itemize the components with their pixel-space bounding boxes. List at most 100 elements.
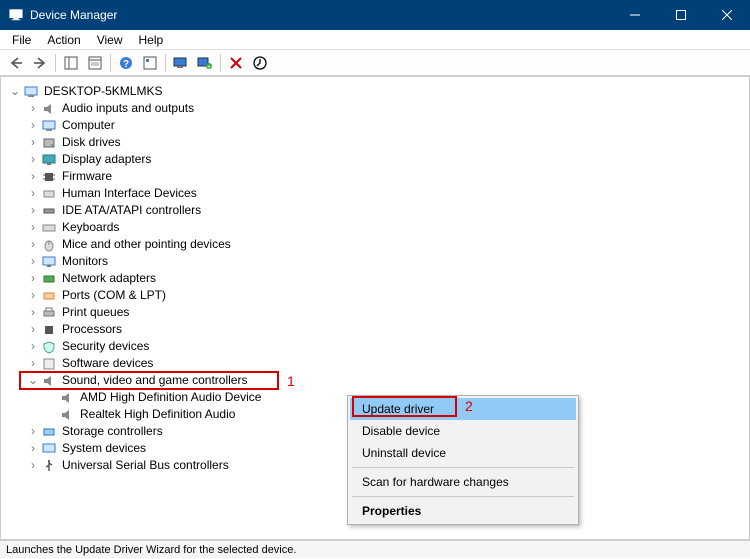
disk-icon [41, 135, 57, 151]
chip-icon [41, 169, 57, 185]
software-icon [41, 356, 57, 372]
chevron-right-icon[interactable]: › [27, 355, 39, 372]
tree-item-label: Universal Serial Bus controllers [62, 457, 229, 474]
uninstall-button[interactable] [224, 52, 248, 74]
chevron-right-icon[interactable]: › [27, 270, 39, 287]
chevron-down-icon[interactable]: ⌄ [27, 372, 39, 389]
action-button[interactable] [138, 52, 162, 74]
chevron-right-icon[interactable]: › [27, 117, 39, 134]
help-button[interactable]: ? [114, 52, 138, 74]
tree-item-print[interactable]: › Print queues [5, 304, 745, 321]
tree-item-label: IDE ATA/ATAPI controllers [62, 202, 201, 219]
back-button[interactable] [4, 52, 28, 74]
menu-help[interactable]: Help [131, 31, 172, 49]
tree-item-label: AMD High Definition Audio Device [80, 389, 261, 406]
ctx-update-driver[interactable]: Update driver [350, 398, 576, 420]
ctx-disable-device[interactable]: Disable device [350, 420, 576, 442]
chevron-right-icon[interactable]: › [27, 100, 39, 117]
toolbar-separator [165, 54, 166, 72]
tree-item-audio-io[interactable]: ›Audio inputs and outputs [5, 100, 745, 117]
annotation-label-2: 2 [465, 398, 473, 414]
chevron-right-icon[interactable]: › [27, 440, 39, 457]
window-title: Device Manager [30, 8, 612, 22]
tree-item-computer[interactable]: › Computer [5, 117, 745, 134]
speaker-icon [41, 373, 57, 389]
storage-icon [41, 424, 57, 440]
usb-icon [41, 458, 57, 474]
tree-item-ports[interactable]: › Ports (COM & LPT) [5, 287, 745, 304]
tree-item-label: Disk drives [62, 134, 121, 151]
update-driver-button[interactable] [248, 52, 272, 74]
chevron-right-icon[interactable]: › [27, 202, 39, 219]
tree-item-label: Network adapters [62, 270, 156, 287]
chevron-down-icon[interactable]: ⌄ [9, 83, 21, 100]
tree-item-label: Sound, video and game controllers [62, 372, 247, 389]
chevron-right-icon[interactable]: › [27, 304, 39, 321]
tree-item-label: Monitors [62, 253, 108, 270]
toolbar-separator [110, 54, 111, 72]
device-tree[interactable]: ⌄ DESKTOP-5KMLMKS ›Audio inputs and outp… [0, 76, 750, 540]
monitor-icon [41, 254, 57, 270]
chevron-right-icon[interactable]: › [27, 338, 39, 355]
tree-item-label: Processors [62, 321, 122, 338]
tree-item-security[interactable]: › Security devices [5, 338, 745, 355]
chevron-right-icon[interactable]: › [27, 236, 39, 253]
tree-item-display[interactable]: ›Display adapters [5, 151, 745, 168]
tree-item-ide[interactable]: › IDE ATA/ATAPI controllers [5, 202, 745, 219]
tree-item-label: Firmware [62, 168, 112, 185]
chevron-right-icon[interactable]: › [27, 253, 39, 270]
tree-item-label: Realtek High Definition Audio [80, 406, 235, 423]
tree-item-label: Print queues [62, 304, 129, 321]
ctx-properties[interactable]: Properties [350, 500, 576, 522]
tree-item-label: Mice and other pointing devices [62, 236, 231, 253]
tree-item-label: Ports (COM & LPT) [62, 287, 166, 304]
chevron-right-icon[interactable]: › [27, 423, 39, 440]
chevron-right-icon[interactable]: › [27, 219, 39, 236]
chevron-right-icon[interactable]: › [27, 287, 39, 304]
chevron-right-icon[interactable]: › [27, 151, 39, 168]
toolbar-separator [55, 54, 56, 72]
tree-root[interactable]: ⌄ DESKTOP-5KMLMKS [5, 83, 745, 100]
menu-view[interactable]: View [89, 31, 131, 49]
menu-file[interactable]: File [4, 31, 39, 49]
ctx-item-label: Uninstall device [362, 446, 446, 460]
minimize-button[interactable] [612, 0, 658, 30]
add-legacy-button[interactable]: + [193, 52, 217, 74]
properties-button[interactable] [83, 52, 107, 74]
tree-item-processors[interactable]: › Processors [5, 321, 745, 338]
tree-item-mice[interactable]: › Mice and other pointing devices [5, 236, 745, 253]
show-hide-tree-button[interactable] [59, 52, 83, 74]
system-icon [41, 441, 57, 457]
ctx-uninstall-device[interactable]: Uninstall device [350, 442, 576, 464]
forward-button[interactable] [28, 52, 52, 74]
tree-item-sound[interactable]: ⌄ Sound, video and game controllers [5, 372, 745, 389]
scan-hardware-button[interactable] [169, 52, 193, 74]
tree-item-network[interactable]: › Network adapters [5, 270, 745, 287]
tree-item-software[interactable]: ›Software devices [5, 355, 745, 372]
chevron-right-icon[interactable]: › [27, 185, 39, 202]
computer-icon [41, 118, 57, 134]
ctx-item-label: Disable device [362, 424, 440, 438]
tree-item-label: Human Interface Devices [62, 185, 197, 202]
close-button[interactable] [704, 0, 750, 30]
chevron-right-icon[interactable]: › [27, 134, 39, 151]
ctx-scan-hardware[interactable]: Scan for hardware changes [350, 471, 576, 493]
chevron-right-icon[interactable]: › [27, 168, 39, 185]
tree-item-firmware[interactable]: › Firmware [5, 168, 745, 185]
tree-item-monitors[interactable]: › Monitors [5, 253, 745, 270]
tree-item-keyboards[interactable]: ›Keyboards [5, 219, 745, 236]
tree-item-disk[interactable]: › Disk drives [5, 134, 745, 151]
menu-action[interactable]: Action [39, 31, 88, 49]
printer-icon [41, 305, 57, 321]
chevron-right-icon[interactable]: › [27, 457, 39, 474]
display-icon [41, 152, 57, 168]
tree-item-hid[interactable]: › Human Interface Devices [5, 185, 745, 202]
maximize-button[interactable] [658, 0, 704, 30]
tree-item-label: Security devices [62, 338, 149, 355]
context-menu: Update driver Disable device Uninstall d… [347, 395, 579, 525]
tree-item-label: Computer [62, 117, 115, 134]
annotation-label-1: 1 [287, 373, 295, 389]
mouse-icon [41, 237, 57, 253]
ctx-separator [352, 467, 574, 468]
chevron-right-icon[interactable]: › [27, 321, 39, 338]
